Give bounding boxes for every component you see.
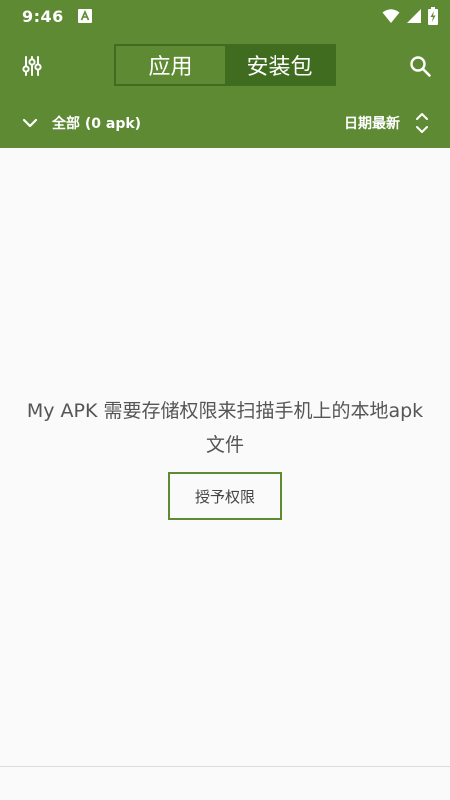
tab-apps[interactable]: 应用 — [116, 46, 225, 84]
status-left: 9:46 — [22, 7, 92, 26]
chevron-down-icon — [20, 113, 40, 133]
status-right — [382, 7, 438, 25]
bottom-divider — [0, 766, 450, 767]
tab-packages[interactable]: 安装包 — [225, 46, 334, 84]
tab-switcher: 应用 安装包 — [114, 44, 336, 86]
a-notification-icon — [77, 9, 92, 23]
unfold-icon — [412, 110, 432, 136]
cell-signal-icon — [406, 8, 422, 24]
filter-button[interactable] — [18, 52, 46, 80]
status-time: 9:46 — [22, 6, 64, 26]
app-root: 9:46 应用 安装包 全部 (0 apk) 日期最新 My APK 需要存储权… — [0, 0, 450, 800]
category-filter-label: 全部 (0 apk) — [52, 116, 142, 132]
toolbar: 应用 安装包 — [0, 32, 450, 98]
wifi-icon — [382, 8, 400, 24]
status-bar: 9:46 — [0, 0, 450, 32]
permission-message: My APK 需要存储权限来扫描手机上的本地apk文件 — [26, 400, 424, 456]
filter-sort-bar: 全部 (0 apk) 日期最新 — [0, 98, 450, 148]
sort-label: 日期最新 — [344, 116, 400, 132]
sort-selector[interactable]: 日期最新 — [344, 110, 432, 136]
battery-icon — [428, 7, 438, 25]
main-content: My APK 需要存储权限来扫描手机上的本地apk文件 授予权限 — [0, 148, 450, 766]
sliders-icon — [20, 54, 44, 78]
grant-permission-button[interactable]: 授予权限 — [168, 472, 282, 520]
search-icon — [408, 54, 432, 78]
category-filter[interactable]: 全部 (0 apk) — [20, 113, 141, 133]
search-button[interactable] — [406, 52, 434, 80]
